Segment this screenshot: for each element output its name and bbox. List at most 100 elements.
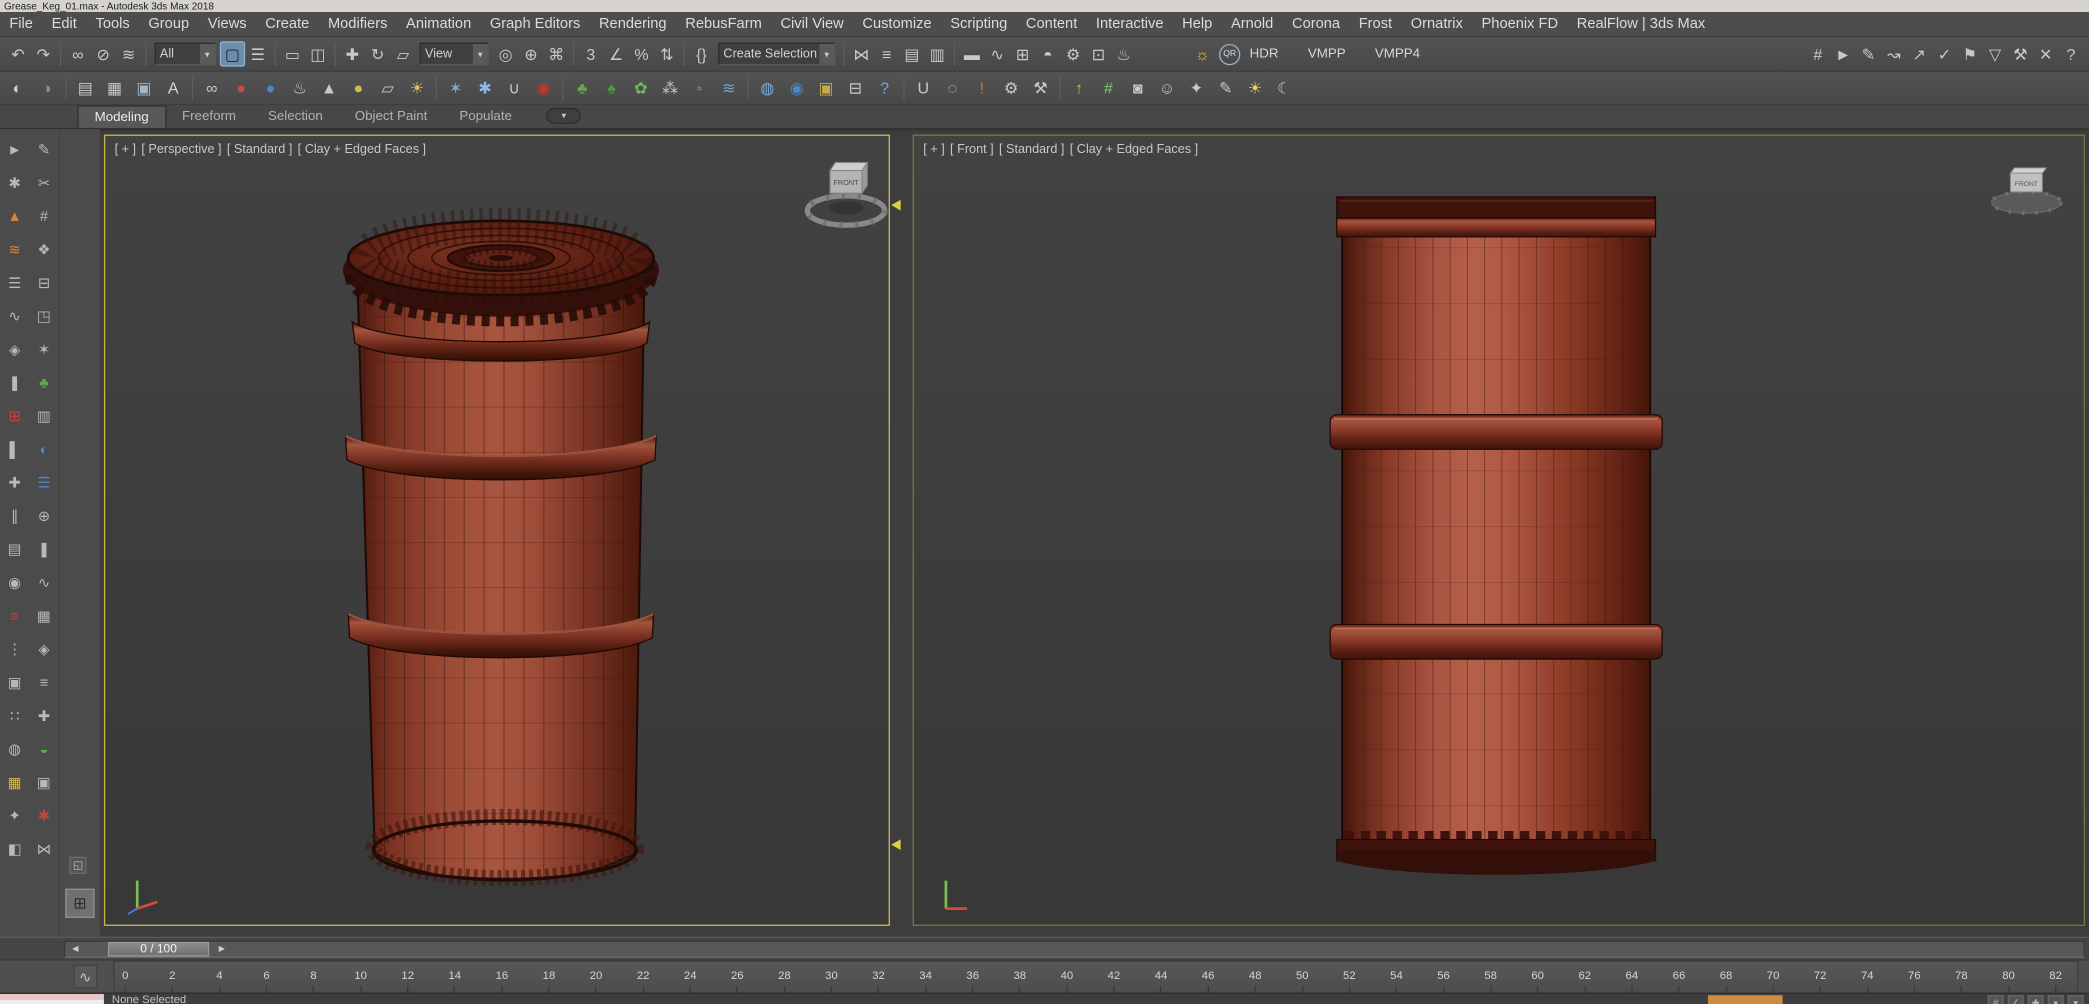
pin-icon[interactable]: ! xyxy=(967,75,996,100)
time-tag-status-icon[interactable]: ▾ xyxy=(2067,995,2084,1004)
grass-icon[interactable]: ♣ xyxy=(568,75,597,100)
select-object-icon[interactable]: ▢ xyxy=(219,41,246,67)
next-frame-button[interactable]: ▶ xyxy=(214,941,229,956)
menu-customize[interactable]: Customize xyxy=(853,11,941,36)
sidebar-tool-icon[interactable]: ✶ xyxy=(31,336,56,364)
menu-create[interactable]: Create xyxy=(256,11,319,36)
help-icon[interactable]: ? xyxy=(2058,41,2083,66)
sidebar-tool-icon[interactable]: ⊕ xyxy=(31,502,56,530)
grid-green-icon[interactable]: # xyxy=(1094,75,1123,100)
sidebar-tool-icon[interactable]: ∥ xyxy=(2,502,27,530)
sidebar-tool-icon[interactable]: ► xyxy=(2,136,27,164)
viewport-front[interactable]: [ + ] [ Front ] [ Standard ] [ Clay + Edged… xyxy=(912,134,2086,926)
ribbon-tab-modeling[interactable]: Modeling xyxy=(77,105,166,128)
menu-edit[interactable]: Edit xyxy=(42,11,86,36)
sidebar-tool-icon[interactable]: ✱ xyxy=(2,169,27,197)
menu-graph-editors[interactable]: Graph Editors xyxy=(481,11,590,36)
droplet-icon[interactable]: ◦ xyxy=(685,75,714,100)
menu-group[interactable]: Group xyxy=(139,11,198,36)
viewport-layout-tab[interactable]: ⊞ xyxy=(65,888,95,918)
box-stack-icon[interactable]: ▣ xyxy=(811,75,840,100)
undo-icon[interactable]: ↶ xyxy=(5,41,30,66)
star-icon[interactable]: ✶ xyxy=(441,75,470,100)
chalkboard-icon[interactable]: A xyxy=(159,75,188,100)
help-circle-icon[interactable]: ? xyxy=(870,75,899,100)
up-arrow-icon[interactable]: ↑ xyxy=(1064,75,1093,100)
viewport-menu-segment[interactable]: [ + ] xyxy=(115,143,136,158)
ribbon-tab-selection[interactable]: Selection xyxy=(252,105,339,128)
hammer-icon[interactable]: ⚒ xyxy=(2008,41,2033,66)
toggle-layer-explorer-icon[interactable]: ▥ xyxy=(925,41,950,66)
sidebar-tool-icon[interactable]: ◍ xyxy=(2,735,27,763)
menu-rebusfarm[interactable]: RebusFarm xyxy=(676,11,771,36)
flag-icon[interactable]: ⚑ xyxy=(1957,41,1982,66)
transform-gizmo-status-icon[interactable]: ✚ xyxy=(2027,995,2044,1004)
select-and-move-icon[interactable]: ✚ xyxy=(340,41,365,66)
previous-frame-button[interactable]: ◀ xyxy=(68,941,83,956)
ribbon-tab-freeform[interactable]: Freeform xyxy=(166,105,252,128)
menu-rendering[interactable]: Rendering xyxy=(590,11,676,36)
arrow-up-right-icon[interactable]: ↗ xyxy=(1906,41,1931,66)
schematic-view-icon[interactable]: ⊞ xyxy=(1010,41,1035,66)
sidebar-tool-icon[interactable]: ❚ xyxy=(2,369,27,397)
sidebar-tool-icon[interactable]: ◈ xyxy=(2,336,27,364)
sidebar-tool-icon[interactable]: ◉ xyxy=(2,569,27,597)
sidebar-tool-icon[interactable]: ∷ xyxy=(2,702,27,730)
sidebar-tool-icon[interactable]: ∿ xyxy=(2,302,27,330)
ribbon-tab-populate[interactable]: Populate xyxy=(443,105,528,128)
close-icon[interactable]: ✕ xyxy=(2033,41,2058,66)
sidebar-tool-icon[interactable]: ⋈ xyxy=(31,835,56,863)
crate-icon[interactable]: ⊟ xyxy=(841,75,870,100)
gear-icon[interactable]: ⚙ xyxy=(997,75,1026,100)
sun-icon[interactable]: ☀ xyxy=(1240,75,1269,100)
sidebar-tool-icon[interactable]: ✚ xyxy=(31,702,56,730)
sidebar-tool-icon[interactable]: ≡ xyxy=(31,669,56,697)
camera-icon[interactable]: ◙ xyxy=(1123,75,1152,100)
menu-content[interactable]: Content xyxy=(1017,11,1087,36)
menu-corona[interactable]: Corona xyxy=(1283,11,1350,36)
sidebar-tool-icon[interactable]: ♣ xyxy=(31,369,56,397)
angle-snap-toggle-icon[interactable]: ∠ xyxy=(604,41,629,66)
sidebar-tool-icon[interactable]: # xyxy=(31,203,56,231)
viewport-menu-segment[interactable]: [ Standard ] xyxy=(227,143,292,158)
mirror-icon[interactable]: ⋈ xyxy=(849,41,874,66)
vmpp4-button[interactable]: VMPP4 xyxy=(1370,47,1426,62)
viewport-menu-segment[interactable]: [ Standard ] xyxy=(999,143,1064,158)
render-production-icon[interactable]: ♨ xyxy=(1111,41,1136,66)
angle-status-icon[interactable]: ∠ xyxy=(2007,995,2024,1004)
wrench-icon[interactable]: ⚒ xyxy=(1026,75,1055,100)
viewport-menu-segment[interactable]: [ Clay + Edged Faces ] xyxy=(298,143,426,158)
orbit-icon[interactable]: ◍ xyxy=(753,75,782,100)
select-and-link-icon[interactable]: ∞ xyxy=(65,41,90,66)
sidebar-tool-icon[interactable]: ▤ xyxy=(2,536,27,564)
paint-icon[interactable]: ✎ xyxy=(1211,75,1240,100)
menu-views[interactable]: Views xyxy=(198,11,255,36)
blue-dot-icon[interactable]: ● xyxy=(256,75,285,100)
maximize-viewport-icon[interactable]: ◱ xyxy=(69,856,87,874)
toggle-scene-explorer-icon[interactable]: ▤ xyxy=(899,41,924,66)
link-chain-icon[interactable]: ∞ xyxy=(197,75,226,100)
viewcube-top-face[interactable] xyxy=(829,162,869,172)
menu-tools[interactable]: Tools xyxy=(86,11,139,36)
menu-realflow-3ds-max[interactable]: RealFlow | 3ds Max xyxy=(1567,11,1714,36)
teapot-icon[interactable]: ♨ xyxy=(285,75,314,100)
notes-icon[interactable]: ▦ xyxy=(100,75,129,100)
plane-icon[interactable]: ▱ xyxy=(373,75,402,100)
sidebar-tool-icon[interactable]: ◧ xyxy=(2,835,27,863)
menu-scripting[interactable]: Scripting xyxy=(941,11,1017,36)
red-dot-icon[interactable]: ● xyxy=(226,75,255,100)
maxscript-listener-field[interactable] xyxy=(0,999,104,1004)
pencil-icon[interactable]: ✎ xyxy=(1856,41,1881,66)
magnet-icon[interactable]: U xyxy=(909,75,938,100)
material-editor-icon[interactable]: ◓ xyxy=(1035,41,1060,66)
earth-icon[interactable]: ◉ xyxy=(782,75,811,100)
sidebar-tool-icon[interactable]: ⊟ xyxy=(31,269,56,297)
ribbon-tab-object-paint[interactable]: Object Paint xyxy=(339,105,444,128)
toggle-ribbon-icon[interactable]: ▬ xyxy=(959,41,984,66)
percent-snap-toggle-icon[interactable]: % xyxy=(629,41,654,66)
sidebar-tool-icon[interactable]: ▌ xyxy=(2,436,27,464)
hdr-button[interactable]: HDR xyxy=(1244,47,1284,62)
align-icon[interactable]: ≡ xyxy=(874,41,899,66)
sidebar-tool-icon[interactable]: ✂ xyxy=(31,169,56,197)
edit-named-selection-sets-icon[interactable]: {} xyxy=(689,41,714,66)
